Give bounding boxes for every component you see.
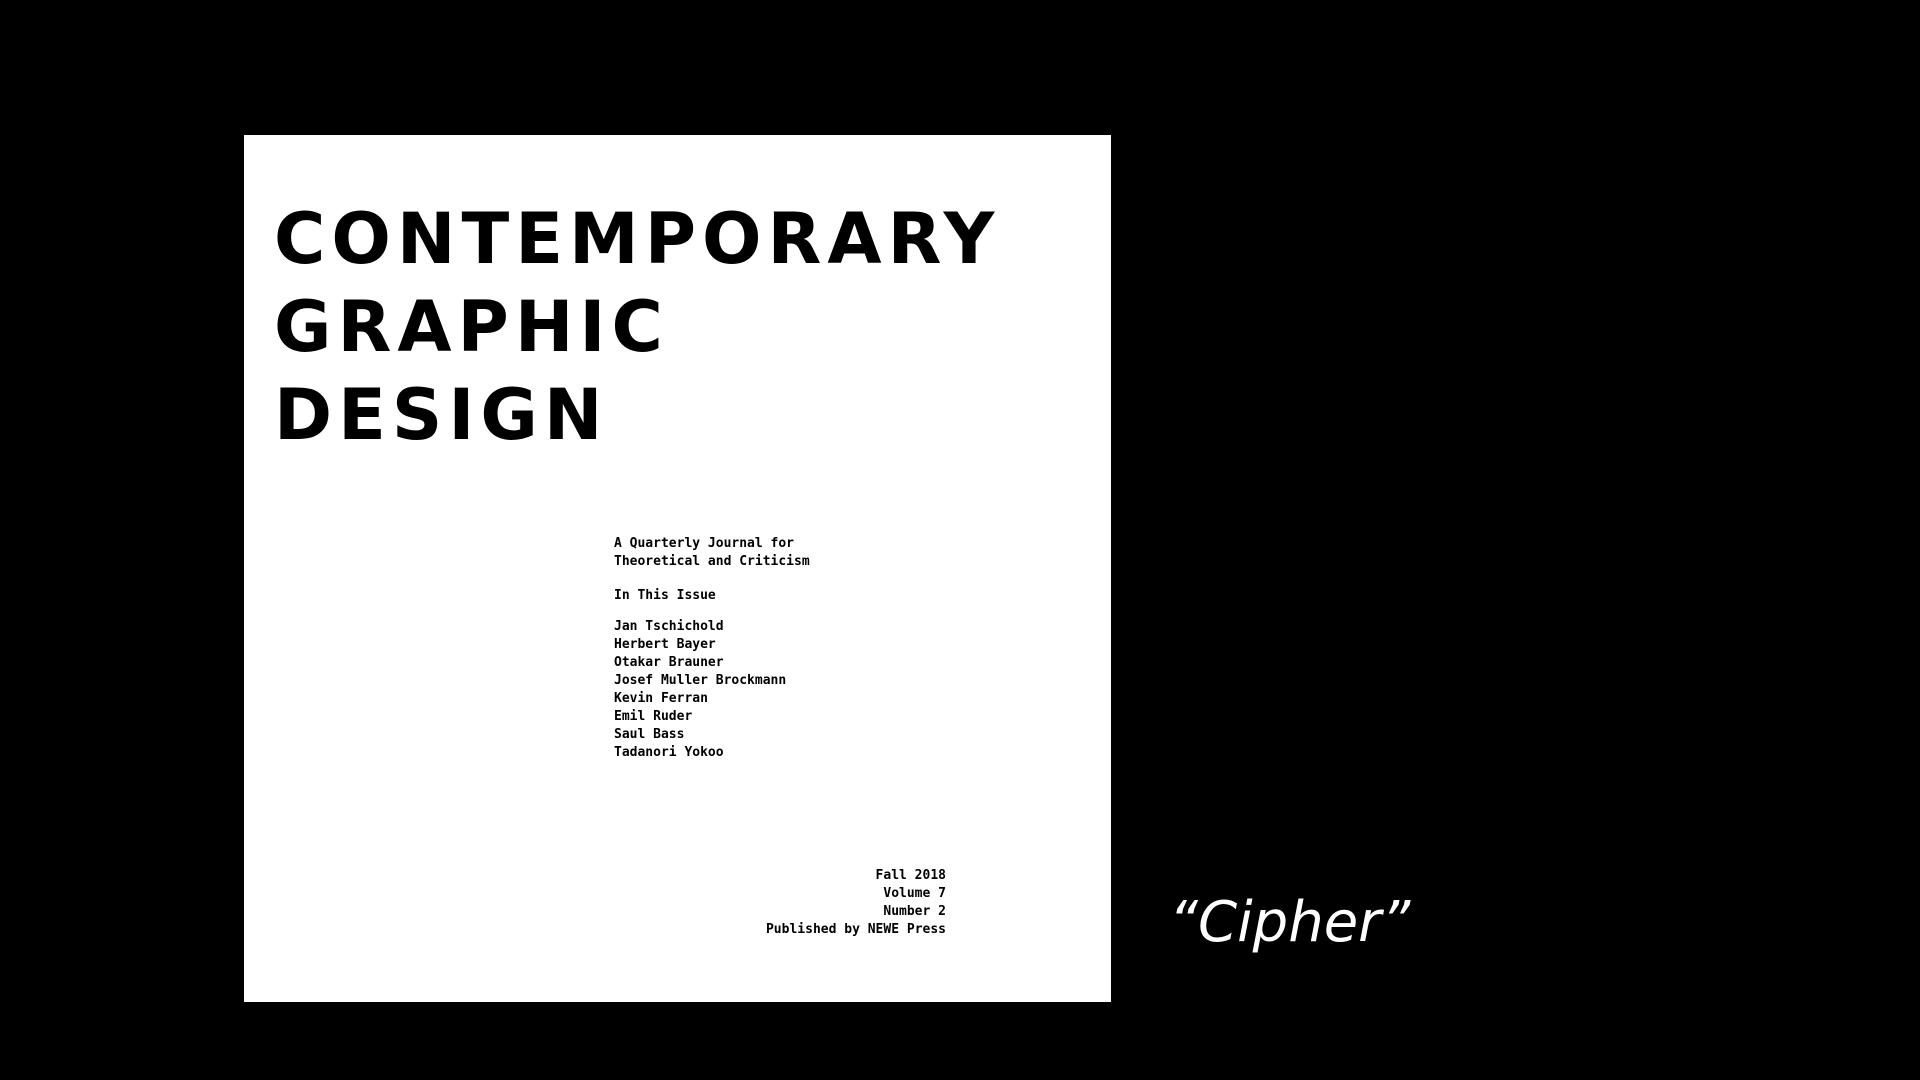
contributor-name: Emil Ruder bbox=[614, 709, 693, 724]
typeface-caption: “Cipher” bbox=[1169, 890, 1411, 955]
poster-title: CONTEMPORARY GRAPHIC DESIGN bbox=[274, 195, 1000, 459]
contributor-name: Otakar Brauner bbox=[614, 655, 724, 670]
contributor-name: Tadanori Yokoo bbox=[614, 745, 724, 760]
title-line: CONTEMPORARY bbox=[274, 198, 1001, 280]
contributor-name: Jan Tschichold bbox=[614, 619, 724, 634]
volume: Volume 7 bbox=[883, 886, 946, 901]
contributor-list: Jan Tschichold Herbert Bayer Otakar Brau… bbox=[614, 618, 786, 762]
intro-text: A Quarterly Journal for Theoretical and … bbox=[614, 535, 810, 571]
publisher: Published by NEWE Press bbox=[765, 922, 946, 937]
title-line: GRAPHIC bbox=[274, 286, 669, 368]
contributor-name: Herbert Bayer bbox=[614, 637, 716, 652]
contributor-name: Kevin Ferran bbox=[614, 691, 708, 706]
contributor-name: Josef Muller Brockmann bbox=[614, 673, 787, 688]
season-year: Fall 2018 bbox=[875, 868, 946, 883]
slide: CONTEMPORARY GRAPHIC DESIGN A Quarterly … bbox=[0, 0, 1920, 1080]
intro-line: A Quarterly Journal for bbox=[614, 536, 795, 551]
issue-number: Number 2 bbox=[883, 904, 946, 919]
publication-info: Fall 2018 Volume 7 Number 2 Published by… bbox=[766, 867, 946, 939]
contributor-name: Saul Bass bbox=[614, 727, 685, 742]
poster-cover: CONTEMPORARY GRAPHIC DESIGN A Quarterly … bbox=[244, 135, 1111, 1002]
title-line: DESIGN bbox=[274, 374, 609, 456]
issue-label: In This Issue bbox=[614, 588, 716, 603]
intro-line: Theoretical and Criticism bbox=[614, 554, 810, 569]
